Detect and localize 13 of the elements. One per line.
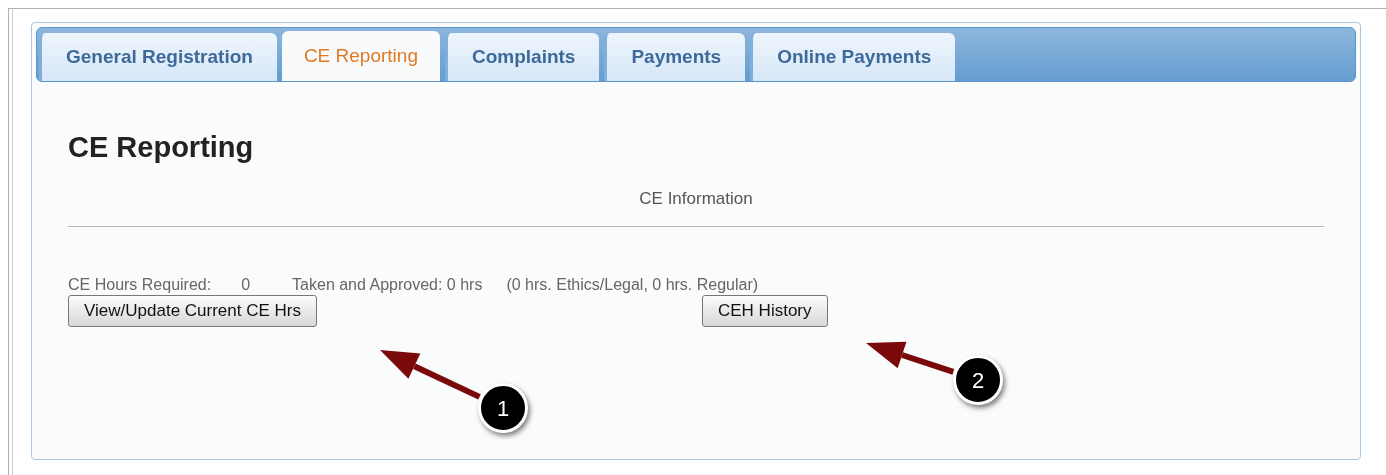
tab[interactable]: Payments <box>604 33 746 81</box>
action-button[interactable]: CEH History <box>702 295 828 327</box>
label: Taken and Approved: 0 hrs <box>292 275 483 295</box>
label: (0 hrs. Ethics/Legal, 0 hrs. Regular) <box>506 275 759 295</box>
tab[interactable]: General Registration <box>39 33 277 81</box>
section-title: CE Information <box>638 188 754 210</box>
value: 0 <box>241 275 251 295</box>
tab[interactable]: Complaints <box>444 33 600 81</box>
tab[interactable]: CE Reporting <box>281 31 440 81</box>
action-button[interactable]: View/Update Current CE Hrs <box>68 295 317 327</box>
label: CE Hours Required: <box>68 275 212 295</box>
page-heading: CE Reporting <box>68 130 255 164</box>
tab[interactable]: Online Payments <box>750 33 956 81</box>
